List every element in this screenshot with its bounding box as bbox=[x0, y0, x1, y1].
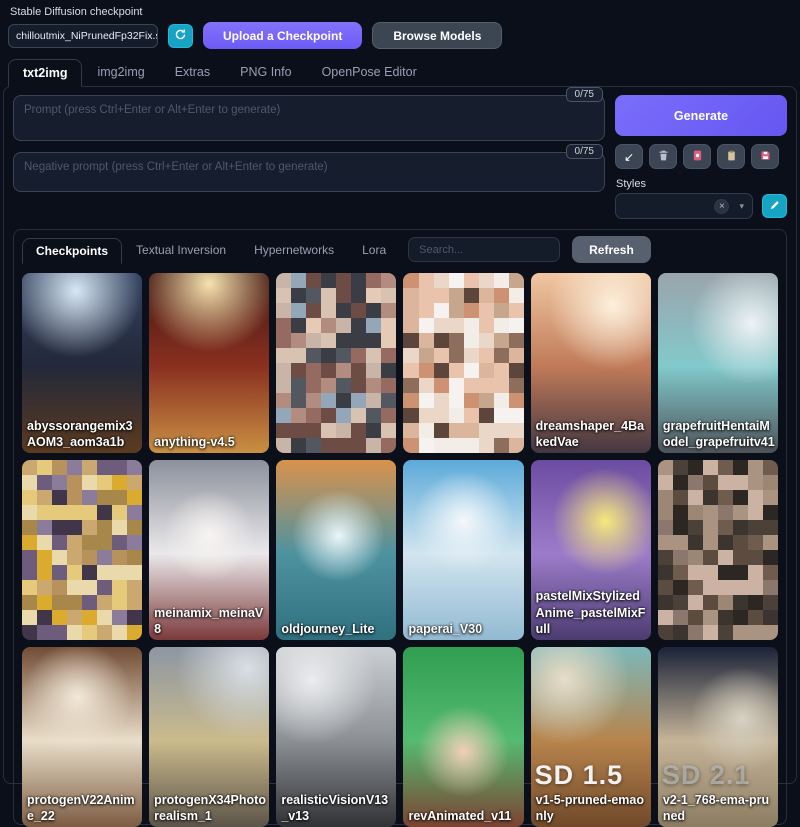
thumbnail-watermark-text: SD 1.5 bbox=[535, 760, 624, 791]
checkpoint-name: meinamix_meinaV8 bbox=[154, 605, 267, 638]
checkpoint-dropdown[interactable]: chilloutmix_NiPrunedFp32Fix.safeter ▾ bbox=[8, 24, 158, 48]
checkpoint-card[interactable]: paperai_V30 bbox=[403, 460, 523, 640]
tab-extras[interactable]: Extras bbox=[160, 58, 225, 86]
checkpoint-name: realisticVisionV13_v13 bbox=[281, 792, 394, 825]
tab-openpose-editor[interactable]: OpenPose Editor bbox=[307, 58, 432, 86]
extra-networks-button[interactable] bbox=[683, 144, 711, 169]
checkpoint-name: abyssorangemix3AOM3_aom3a1b bbox=[27, 418, 140, 451]
styles-label: Styles bbox=[616, 178, 787, 190]
checkpoint-label: Stable Diffusion checkpoint bbox=[10, 6, 792, 18]
extra-networks-tab-bar: CheckpointsTextual InversionHypernetwork… bbox=[22, 237, 400, 263]
checkpoint-card[interactable]: abyssorangemix3AOM3_aom3a1b bbox=[22, 273, 142, 453]
checkpoint-card[interactable]: meinamix_meinaV8 bbox=[149, 460, 269, 640]
tab-png-info[interactable]: PNG Info bbox=[225, 58, 306, 86]
censored-thumbnail bbox=[22, 460, 142, 640]
tab-hypernetworks[interactable]: Hypernetworks bbox=[240, 237, 348, 263]
checkpoint-card[interactable]: realisticVisionV13_v13 bbox=[276, 647, 396, 827]
apply-styles-button[interactable] bbox=[717, 144, 745, 169]
checkpoint-dropdown-value: chilloutmix_NiPrunedFp32Fix.safeter bbox=[16, 30, 158, 42]
checkpoint-card[interactable]: dreamshaper_4BakedVae bbox=[531, 273, 651, 453]
prompt-token-counter: 0/75 bbox=[566, 87, 603, 102]
checkpoint-card[interactable]: SD 2.1v2-1_768-ema-pruned bbox=[658, 647, 778, 827]
tab-checkpoints[interactable]: Checkpoints bbox=[22, 238, 122, 264]
checkpoint-cards-grid: abyssorangemix3AOM3_aom3a1b anything-v4.5… bbox=[22, 273, 778, 827]
trash-icon bbox=[657, 149, 670, 165]
checkpoint-name: revAnimated_v11 bbox=[408, 808, 521, 824]
censored-thumbnail bbox=[276, 273, 396, 453]
checkpoint-name: oldjourney_Lite bbox=[281, 621, 394, 637]
censored-thumbnail bbox=[658, 460, 778, 640]
prompt-block: 0/75 bbox=[13, 95, 605, 141]
checkpoint-card[interactable]: revAnimated_v11 bbox=[403, 647, 523, 827]
checkpoint-card[interactable] bbox=[403, 273, 523, 453]
edit-pencil-icon bbox=[769, 199, 781, 214]
checkpoint-card[interactable] bbox=[658, 460, 778, 640]
refresh-icon bbox=[174, 28, 187, 44]
arrow-down-left-icon: ↙ bbox=[624, 150, 634, 164]
thumbnail-watermark-text: SD 2.1 bbox=[662, 760, 751, 791]
clear-prompt-button[interactable] bbox=[649, 144, 677, 169]
checkpoint-name: protogenX34Photorealism_1 bbox=[154, 792, 267, 825]
tab-lora[interactable]: Lora bbox=[348, 237, 400, 263]
checkpoint-name: v1-5-pruned-emaonly bbox=[536, 792, 649, 825]
clear-styles-icon[interactable]: × bbox=[714, 199, 729, 214]
flower-card-icon bbox=[691, 149, 704, 165]
edit-styles-button[interactable] bbox=[762, 194, 787, 218]
tab-txt2img[interactable]: txt2img bbox=[8, 59, 82, 87]
checkpoint-card[interactable] bbox=[276, 273, 396, 453]
main-tab-bar: txt2imgimg2imgExtrasPNG InfoOpenPose Edi… bbox=[0, 58, 800, 86]
censored-thumbnail bbox=[403, 273, 523, 453]
generate-button[interactable]: Generate bbox=[615, 95, 787, 136]
negative-prompt-token-counter: 0/75 bbox=[566, 144, 603, 159]
checkpoint-header: Stable Diffusion checkpoint chilloutmix_… bbox=[0, 0, 800, 49]
read-parameters-button[interactable]: ↙ bbox=[615, 144, 643, 169]
checkpoint-thumbnail bbox=[403, 460, 523, 640]
checkpoint-name: anything-v4.5 bbox=[154, 434, 267, 450]
checkpoint-card[interactable]: protogenV22Anime_22 bbox=[22, 647, 142, 827]
checkpoint-card[interactable]: oldjourney_Lite bbox=[276, 460, 396, 640]
negative-prompt-input[interactable] bbox=[13, 152, 605, 192]
checkpoint-name: pastelMixStylizedAnime_pastelMixFull bbox=[536, 588, 649, 637]
checkpoint-card[interactable]: protogenX34Photorealism_1 bbox=[149, 647, 269, 827]
checkpoint-name: paperai_V30 bbox=[408, 621, 521, 637]
checkpoint-card[interactable]: SD 1.5v1-5-pruned-emaonly bbox=[531, 647, 651, 827]
checkpoint-thumbnail bbox=[276, 460, 396, 640]
upload-checkpoint-button[interactable]: Upload a Checkpoint bbox=[203, 22, 362, 49]
checkpoint-card[interactable]: anything-v4.5 bbox=[149, 273, 269, 453]
browse-models-button[interactable]: Browse Models bbox=[372, 22, 502, 49]
styles-dropdown[interactable]: × ▾ bbox=[615, 193, 753, 219]
search-input[interactable] bbox=[408, 237, 560, 262]
clipboard-icon bbox=[725, 149, 738, 165]
prompt-input[interactable] bbox=[13, 95, 605, 141]
floppy-disk-icon bbox=[759, 149, 772, 165]
refresh-networks-button[interactable]: Refresh bbox=[572, 236, 651, 263]
tab-img2img[interactable]: img2img bbox=[82, 58, 159, 86]
negative-prompt-block: 0/75 bbox=[13, 152, 605, 192]
save-style-button[interactable] bbox=[751, 144, 779, 169]
checkpoint-card[interactable] bbox=[22, 460, 142, 640]
checkpoint-thumbnail bbox=[403, 647, 523, 827]
chevron-down-icon: ▾ bbox=[739, 201, 744, 212]
checkpoint-name: protogenV22Anime_22 bbox=[27, 792, 140, 825]
extra-networks-panel: CheckpointsTextual InversionHypernetwork… bbox=[13, 229, 787, 825]
refresh-checkpoint-button[interactable] bbox=[168, 24, 193, 48]
prompt-tool-buttons: ↙ bbox=[615, 144, 787, 169]
txt2img-panel: 0/75 0/75 Generate ↙ Styles × ▾ bbox=[3, 86, 797, 784]
checkpoint-card[interactable]: pastelMixStylizedAnime_pastelMixFull bbox=[531, 460, 651, 640]
checkpoint-thumbnail bbox=[149, 273, 269, 453]
checkpoint-name: grapefruitHentaiModel_grapefruitv41 bbox=[663, 418, 776, 451]
checkpoint-card[interactable]: grapefruitHentaiModel_grapefruitv41 bbox=[658, 273, 778, 453]
checkpoint-name: dreamshaper_4BakedVae bbox=[536, 418, 649, 451]
tab-textual-inversion[interactable]: Textual Inversion bbox=[122, 237, 240, 263]
checkpoint-name: v2-1_768-ema-pruned bbox=[663, 792, 776, 825]
